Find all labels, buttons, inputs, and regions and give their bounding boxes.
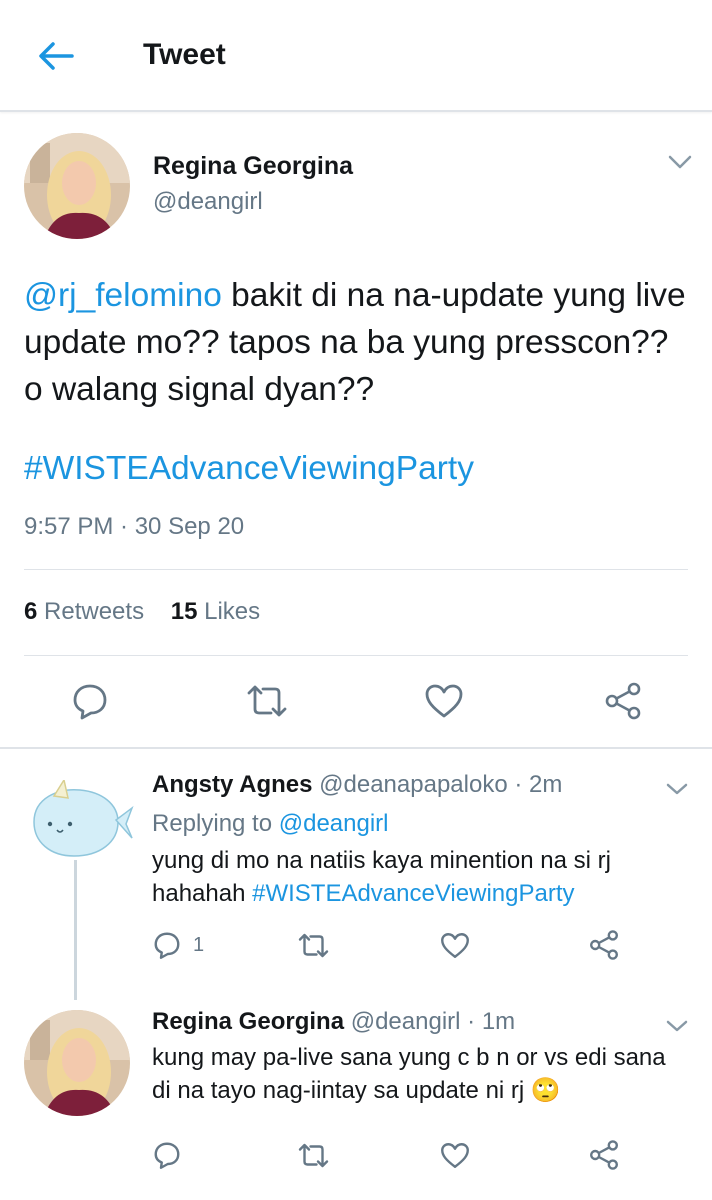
divider <box>24 569 688 570</box>
share-button[interactable] <box>588 1139 620 1176</box>
reply-header: Regina Georgina @deangirl · 1m <box>152 1008 515 1036</box>
mention-link[interactable]: @rj_felomino <box>24 277 222 314</box>
section-divider <box>0 747 712 749</box>
likes-stat[interactable]: 15 Likes <box>171 598 260 625</box>
replying-to: Replying to @deangirl <box>152 810 389 838</box>
avatar[interactable] <box>24 133 130 239</box>
like-icon <box>425 684 463 718</box>
tweet-text: @rj_felomino bakit di na na-update yung … <box>24 272 694 413</box>
reply-time: · 2m <box>514 771 563 798</box>
page-title: Tweet <box>143 38 226 71</box>
retweets-stat[interactable]: 6 Retweets <box>24 598 144 625</box>
tweet-stats: 6 Retweets 15 Likes <box>24 598 280 626</box>
chevron-down-icon <box>666 1020 688 1032</box>
reply-text: kung may pa-live sana yung c b n or vs e… <box>152 1041 682 1107</box>
like-button[interactable] <box>440 1142 470 1174</box>
like-button[interactable] <box>440 932 470 964</box>
reply-text-part: hahahah <box>152 880 253 907</box>
reply-author-name[interactable]: Angsty Agnes <box>152 771 312 798</box>
reply-text-line: yung di mo na natiis kaya minention na s… <box>152 847 611 874</box>
back-button[interactable] <box>36 38 76 74</box>
divider <box>24 655 688 656</box>
retweet-icon <box>298 933 329 958</box>
replying-to-link[interactable]: @deangirl <box>279 810 389 837</box>
reply-icon <box>154 932 180 959</box>
retweets-count: 6 <box>24 598 38 625</box>
like-icon <box>441 1143 469 1168</box>
retweet-button[interactable] <box>297 932 330 964</box>
reply-text-line: di na tayo nag-iintay sa update ni rj 🙄 <box>152 1074 682 1107</box>
chevron-down-icon <box>666 783 688 795</box>
likes-count: 15 <box>170 598 198 625</box>
reply-button[interactable] <box>152 1140 182 1175</box>
thread-line <box>74 860 77 1000</box>
retweet-button[interactable] <box>245 683 289 724</box>
reply-author-handle[interactable]: @deangirl <box>351 1008 461 1035</box>
likes-label: Likes <box>204 598 261 625</box>
hashtag-link[interactable]: #WISTEAdvanceViewingParty <box>252 880 574 907</box>
reply-icon <box>73 684 107 720</box>
share-button[interactable] <box>588 929 620 966</box>
reply-count: 1 <box>193 934 205 956</box>
reply-author-name[interactable]: Regina Georgina <box>152 1008 344 1035</box>
reply-menu-button[interactable] <box>664 781 690 797</box>
like-button[interactable] <box>424 683 464 724</box>
share-icon <box>590 1140 618 1170</box>
share-icon <box>605 682 641 720</box>
share-button[interactable] <box>603 681 643 726</box>
reply-menu-button[interactable] <box>664 1018 690 1034</box>
reply-button[interactable] <box>70 681 110 726</box>
retweets-label: Retweets <box>44 598 145 625</box>
app-header: Tweet <box>0 0 712 112</box>
retweet-icon <box>247 685 287 717</box>
reply-text-line: hahahah #WISTEAdvanceViewingParty <box>152 877 682 910</box>
replying-to-label: Replying to <box>152 810 279 837</box>
retweet-icon <box>298 1143 329 1168</box>
reply-button[interactable] <box>152 930 182 965</box>
reply-icon <box>154 1142 180 1169</box>
chevron-down-icon <box>668 155 692 169</box>
reply-text: yung di mo na natiis kaya minention na s… <box>152 844 682 910</box>
share-icon <box>590 930 618 960</box>
eye-roll-emoji: 🙄 <box>530 1077 561 1104</box>
retweet-button[interactable] <box>297 1142 330 1174</box>
reply-header: Angsty Agnes @deanapapaloko · 2m <box>152 771 562 799</box>
reply-text-part: di na tayo nag-iintay sa update ni rj <box>152 1077 525 1104</box>
avatar[interactable] <box>24 1010 130 1116</box>
like-icon <box>441 933 469 958</box>
avatar[interactable] <box>22 778 134 862</box>
author-name[interactable]: Regina Georgina <box>153 152 353 181</box>
reply-time: · 1m <box>467 1008 516 1035</box>
tweet-menu-button[interactable] <box>667 154 693 170</box>
hashtag-link[interactable]: #WISTEAdvanceViewingParty <box>24 450 474 488</box>
author-handle[interactable]: @deangirl <box>153 188 263 216</box>
tweet-timestamp: 9:57 PM · 30 Sep 20 <box>24 513 245 540</box>
back-arrow-icon <box>39 42 74 70</box>
reply-author-handle[interactable]: @deanapapaloko <box>319 771 508 798</box>
reply-text-line: kung may pa-live sana yung c b n or vs e… <box>152 1044 666 1071</box>
